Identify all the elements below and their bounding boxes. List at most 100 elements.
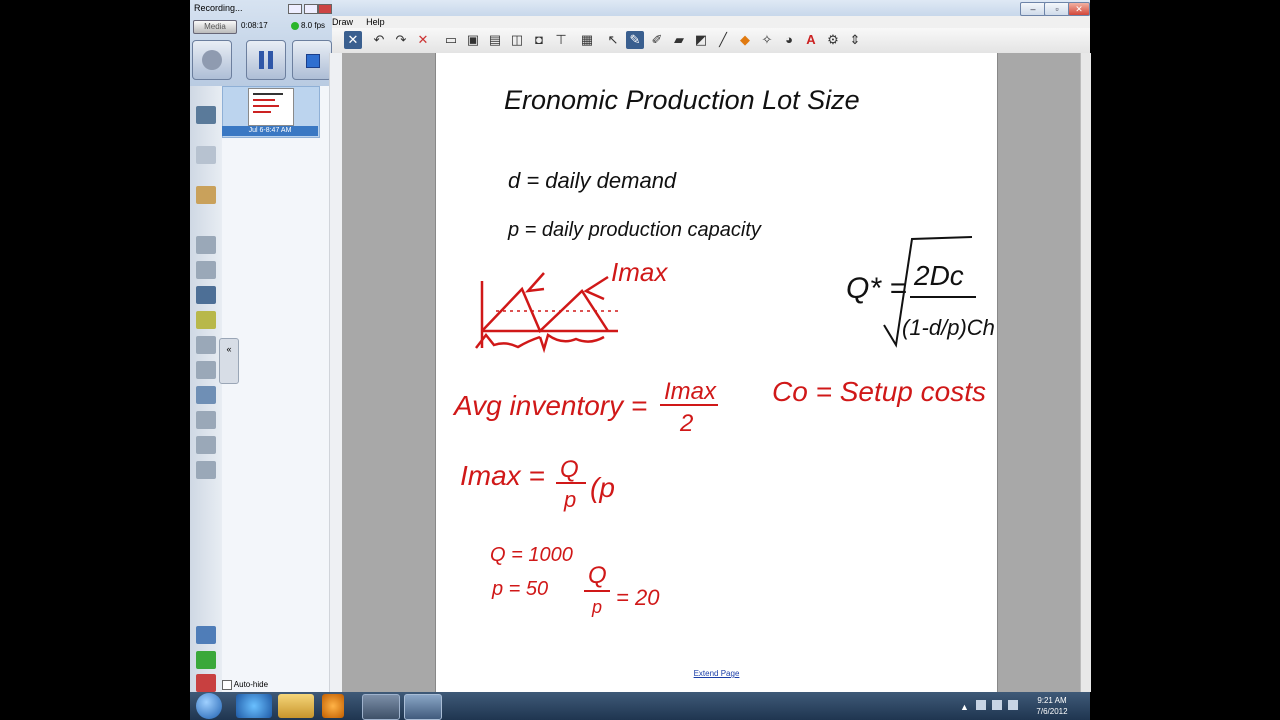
action-center-icon[interactable] — [992, 700, 1002, 710]
volume-icon[interactable] — [1008, 700, 1018, 710]
imax-p: p — [563, 487, 576, 512]
menu-help[interactable]: Help — [366, 16, 385, 28]
avg-denominator: 2 — [679, 410, 693, 437]
creative-pen-icon[interactable]: ✐ — [648, 31, 666, 49]
attachments-icon[interactable] — [196, 186, 216, 204]
imax-tail: (p — [590, 472, 615, 503]
display-icon[interactable]: ▣ — [464, 31, 482, 49]
maximize-button[interactable]: ▫ — [1044, 2, 1070, 16]
formula-denominator: (1-d/p)Ch — [902, 315, 995, 340]
highlighter-icon[interactable]: ▰ — [670, 31, 688, 49]
eraser-tool-icon[interactable] — [196, 336, 216, 354]
magic-pen-icon[interactable]: ✧ — [758, 31, 776, 49]
autohide-checkbox[interactable]: Auto-hide — [222, 679, 302, 691]
side-tab-bar — [190, 86, 223, 692]
pause-icon — [259, 51, 264, 69]
shapes-icon[interactable]: ◆ — [736, 31, 754, 49]
network-icon[interactable] — [976, 700, 986, 710]
recorder-close-button[interactable] — [318, 4, 332, 14]
delete-icon[interactable]: ✕ — [414, 31, 432, 49]
close-button[interactable]: ✕ — [1068, 2, 1090, 16]
pen-icon[interactable]: ✎ — [626, 31, 644, 49]
select-icon[interactable]: ↖ — [604, 31, 622, 49]
camera-icon[interactable]: ◘ — [530, 31, 548, 49]
active-pen-icon[interactable] — [196, 286, 216, 304]
fps-readout: 8.0 fps — [301, 21, 326, 30]
avg-inventory-label: Avg inventory = — [452, 390, 647, 421]
notebook-task-icon[interactable] — [404, 694, 442, 720]
keyboard-icon[interactable] — [196, 411, 216, 429]
q-value: Q = 1000 — [490, 544, 573, 566]
collapse-panel-handle[interactable]: « — [219, 338, 239, 384]
redo-icon[interactable]: ↷ — [392, 31, 410, 49]
qp-denominator: p — [591, 597, 602, 617]
tray-show-hidden-icon[interactable]: ▲ — [960, 702, 969, 712]
table-icon[interactable]: ▦ — [578, 31, 596, 49]
recorder-minimize-button[interactable] — [288, 4, 302, 14]
page-sorter-icon[interactable] — [196, 106, 216, 124]
imax-equation-label: Imax = — [460, 460, 545, 491]
clock-time: 9:21 AM — [1037, 696, 1067, 705]
eraser-icon[interactable]: ◩ — [692, 31, 710, 49]
delete-page-icon[interactable] — [196, 674, 216, 692]
properties-icon[interactable]: ⚙ — [824, 31, 842, 49]
setup-costs-label: Co = Setup costs — [772, 376, 986, 407]
select-tool-icon[interactable] — [196, 236, 216, 254]
add-page-icon[interactable] — [196, 651, 216, 669]
gallery-icon[interactable] — [196, 146, 216, 164]
recorder-restore-button[interactable] — [304, 4, 318, 14]
start-button-icon[interactable] — [196, 693, 222, 719]
screen-shade-icon[interactable]: ▭ — [442, 31, 460, 49]
minimize-button[interactable]: ‒ — [1020, 2, 1046, 16]
page-thumbnail[interactable] — [248, 88, 294, 126]
note-line-d: d = daily demand — [508, 168, 677, 193]
line-tool-icon[interactable] — [196, 361, 216, 379]
avg-numerator: Imax — [664, 378, 717, 405]
media-button[interactable]: Media — [193, 20, 237, 34]
handwriting-layer: Eronomic Production Lot Size d = daily d… — [452, 85, 995, 617]
checkbox-box[interactable] — [222, 679, 232, 690]
system-clock[interactable]: 9:21 AM 7/6/2012 — [1022, 695, 1082, 717]
internet-explorer-icon[interactable] — [236, 694, 272, 718]
right-mouse-icon[interactable] — [196, 436, 216, 454]
notebook-page[interactable]: Eronomic Production Lot Size d = daily d… — [435, 53, 998, 692]
status-led-icon — [291, 22, 299, 30]
forward-icon[interactable] — [196, 626, 216, 644]
recorder-task-icon[interactable] — [362, 694, 400, 720]
page-sorter-panel — [222, 86, 330, 692]
move-toolbar-icon[interactable]: ⇕ — [846, 31, 864, 49]
record-button[interactable] — [192, 40, 232, 80]
clock-date: 7/6/2012 — [1036, 707, 1068, 716]
line-icon[interactable]: ╱ — [714, 31, 732, 49]
settings-icon[interactable] — [196, 461, 216, 479]
pen-tool-icon[interactable] — [196, 261, 216, 279]
imax-label: Imax — [611, 257, 668, 287]
note-title: Eronomic Production Lot Size — [504, 85, 860, 115]
menu-draw[interactable]: Draw — [332, 16, 353, 28]
toolbar: ✕ ↶ ↷ ✕ ▭ ▣ ▤ ◫ ◘ ⊤ ▦ ↖ ✎ ✐ ▰ ◩ ╱ ◆ ✧ ◕ … — [332, 28, 1090, 54]
thumbnail-date: Jul 6-8:47 AM — [222, 126, 318, 136]
qp-numerator: Q — [588, 562, 607, 589]
highlight-tool-icon[interactable] — [196, 311, 216, 329]
undo-icon[interactable]: ↶ — [370, 31, 388, 49]
capture-icon[interactable]: ▤ — [486, 31, 504, 49]
extend-page-link[interactable]: Extend Page — [436, 669, 997, 678]
fill-icon[interactable]: ◕ — [780, 31, 798, 49]
notes-icon[interactable] — [196, 386, 216, 404]
inventory-sawtooth-diagram — [475, 272, 620, 354]
screen-capture-icon[interactable]: ◫ — [508, 31, 526, 49]
file-explorer-icon[interactable] — [278, 694, 314, 718]
notebook-window: Recording... Media 0:08:17 8.0 fps ‒ ▫ ✕… — [190, 0, 1091, 692]
imax-q: Q — [560, 456, 579, 483]
media-player-icon[interactable] — [322, 694, 344, 718]
formula-numerator: 2Dc — [913, 260, 964, 291]
stop-button[interactable] — [292, 40, 332, 80]
document-camera-icon[interactable]: ⊤ — [552, 31, 570, 49]
pause-button[interactable] — [246, 40, 286, 80]
vertical-scrollbar[interactable] — [329, 53, 343, 692]
recorder-panel: Recording... Media 0:08:17 8.0 fps — [190, 0, 333, 86]
qp-result: = 20 — [616, 585, 660, 610]
canvas-scrollbar[interactable] — [1080, 53, 1091, 692]
text-icon[interactable]: A — [802, 31, 820, 49]
close-page-icon[interactable]: ✕ — [344, 31, 362, 49]
